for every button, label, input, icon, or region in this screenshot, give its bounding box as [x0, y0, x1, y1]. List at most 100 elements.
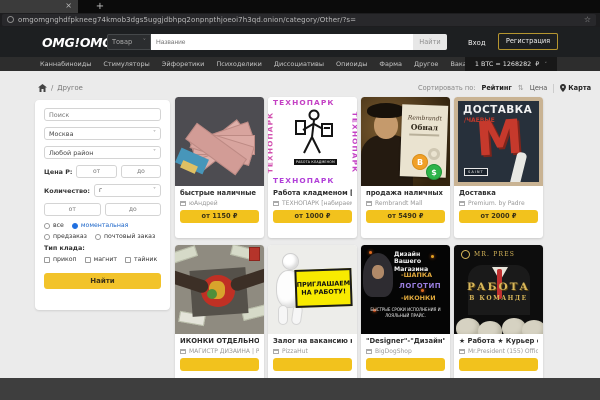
nav-item-cannabinoids[interactable]: Каннабиноиды — [40, 60, 91, 68]
price-button[interactable]: от 5490 ₽ — [366, 210, 445, 223]
home-icon[interactable] — [38, 84, 47, 92]
radio-instant[interactable]: моментальная — [72, 222, 129, 229]
price-to-input[interactable] — [121, 165, 161, 178]
product-image[interactable]: ПРИГЛАШАЕМ НА РАБОТУ! — [268, 245, 357, 334]
price-filter-label: Цена Р: — [44, 168, 72, 176]
product-card[interactable]: MR. PRES РАБОТА В КОМАНДЕ ★ Работа ★ Кур… — [454, 245, 543, 386]
quantity-unit-select[interactable]: г ˅ — [94, 184, 161, 197]
seller-name[interactable]: МАГИСТР ДИЗАЙНА | РИ… — [189, 348, 259, 355]
price-button[interactable] — [459, 358, 538, 371]
product-card[interactable]: Дизайн Вашего Магазина -ШАПКА ЛОГОТИП -И… — [361, 245, 450, 386]
product-image[interactable]: М ДОСТАВКА /ЧАЕВЫЕ SAINT — [454, 97, 543, 186]
product-title[interactable]: ★ Работа ★ Курьер от … — [459, 337, 538, 345]
divider — [553, 84, 554, 93]
price-button[interactable]: от 1150 ₽ — [180, 210, 259, 223]
url-field[interactable]: omgomgnghdfpkneeg74kmob3dgs5uggjdbhpq2on… — [2, 14, 596, 26]
product-image[interactable]: ТЕХНОПАРК ТЕХНОПАРК ТЕХНОПАРК ТЕХНОПАРК — [268, 97, 357, 186]
chain-link-shape — [428, 148, 440, 160]
product-image[interactable]: Rembrandt Обнал B $ — [361, 97, 450, 186]
seller-name[interactable]: BigDogShop — [375, 348, 412, 355]
category-select[interactable]: Товар ˅ — [107, 34, 151, 50]
product-image[interactable]: MR. PRES РАБОТА В КОМАНДЕ — [454, 245, 543, 334]
product-title[interactable]: ИКОНКИ ОТДЕЛЬНО | … — [180, 337, 259, 345]
product-title[interactable]: продажа наличных — [366, 189, 445, 197]
radio-mail[interactable]: почтовый заказ — [95, 233, 155, 240]
register-button[interactable]: Регистрация — [498, 33, 558, 50]
radio-all[interactable]: все — [44, 222, 64, 229]
login-link[interactable]: Вход — [468, 39, 486, 47]
art-border-text: ТЕХНОПАРК — [268, 112, 274, 174]
checkbox-prikop[interactable]: прикоп — [44, 256, 77, 263]
nav-item-euphoretics[interactable]: Эйфоретики — [162, 60, 205, 68]
product-card[interactable]: ИКОНКИ ОТДЕЛЬНО | … МАГИСТР ДИЗАЙНА | РИ… — [175, 245, 264, 386]
breadcrumb: / Другое — [38, 82, 83, 94]
new-tab-icon[interactable]: + — [94, 0, 106, 13]
nav-item-pharma[interactable]: Фарма — [379, 60, 402, 68]
checkbox-prikop-label: прикоп — [53, 256, 77, 263]
price-button[interactable]: от 1000 ₽ — [273, 210, 352, 223]
figure-head-shape — [282, 253, 299, 270]
nav-list: Каннабиноиды Стимуляторы Эйфоретики Псих… — [40, 57, 483, 71]
browser-tab[interactable]: × — [0, 0, 78, 13]
filter-search-input[interactable] — [44, 108, 161, 121]
nav-item-dissociatives[interactable]: Диссоциативы — [274, 60, 324, 68]
product-title[interactable]: Залог на вакансию кур… — [273, 337, 352, 345]
seller-name[interactable]: ТЕХНОПАРК [набираем к… — [282, 200, 352, 207]
checkbox-tainik[interactable]: тайник — [125, 256, 157, 263]
nav-item-psychedelics[interactable]: Психоделики — [216, 60, 262, 68]
seller-name[interactable]: Premium. by Padre — [468, 200, 525, 207]
map-link[interactable]: Карта — [560, 84, 591, 92]
product-title[interactable]: "Designer"-"Дизайн" — [366, 337, 445, 345]
sort-by-rating[interactable]: Рейтинг — [482, 84, 512, 92]
btc-rate-selector[interactable]: 1 BTC = 1268282 ₽ ˅ — [465, 57, 557, 71]
nav-item-opioids[interactable]: Опиоиды — [336, 60, 367, 68]
product-card[interactable]: ПРИГЛАШАЕМ НА РАБОТУ! Залог на вакансию … — [268, 245, 357, 386]
search-button[interactable]: Найти — [413, 34, 447, 50]
close-tab-icon[interactable]: × — [65, 1, 72, 10]
product-card[interactable]: быстрые наличные юАндрей от 1150 ₽ — [175, 97, 264, 238]
product-title[interactable]: Работа кладменом [Вы… — [273, 189, 352, 197]
radio-preorder-label: предзаказ — [53, 233, 87, 240]
quantity-to-input[interactable] — [105, 203, 162, 216]
price-button[interactable]: от 2000 ₽ — [459, 210, 538, 223]
bookmark-star-icon[interactable]: ☆ — [584, 14, 591, 26]
price-button[interactable] — [273, 358, 352, 371]
product-image[interactable] — [175, 97, 264, 186]
seller-name[interactable]: Rembrandt Mall — [375, 200, 422, 207]
art-border-text: ТЕХНОПАРК — [351, 112, 357, 174]
product-image[interactable]: Дизайн Вашего Магазина -ШАПКА ЛОГОТИП -И… — [361, 245, 450, 334]
art-border-text: ТЕХНОПАРК — [273, 176, 335, 185]
chevron-down-icon: ˅ — [153, 185, 156, 196]
site-info-icon[interactable] — [7, 16, 14, 23]
product-card[interactable]: Rembrandt Обнал B $ продажа наличных Rem… — [361, 97, 450, 238]
checkbox-icon — [85, 257, 91, 263]
sort-by-price[interactable]: Цена — [530, 84, 548, 92]
district-select[interactable]: Любой район ˅ — [44, 146, 161, 159]
price-from-input[interactable] — [76, 165, 116, 178]
seller-name[interactable]: PizzaHut — [282, 348, 308, 355]
product-title[interactable]: Доставка — [459, 189, 538, 197]
checkbox-magnet[interactable]: магнит — [85, 256, 117, 263]
radio-preorder[interactable]: предзаказ — [44, 233, 87, 240]
breadcrumb-category[interactable]: Другое — [57, 84, 83, 92]
quantity-from-input[interactable] — [44, 203, 101, 216]
product-card[interactable]: М ДОСТАВКА /ЧАЕВЫЕ SAINT Доставка Premiu… — [454, 97, 543, 238]
search-input[interactable] — [151, 34, 413, 50]
shop-icon — [273, 349, 279, 354]
price-button[interactable] — [366, 358, 445, 371]
nav-item-other[interactable]: Другое — [414, 60, 438, 68]
nav-item-stimulants[interactable]: Стимуляторы — [103, 60, 149, 68]
apply-filters-button[interactable]: Найти — [44, 273, 161, 289]
product-card[interactable]: ТЕХНОПАРК ТЕХНОПАРК ТЕХНОПАРК ТЕХНОПАРК — [268, 97, 357, 238]
product-title[interactable]: быстрые наличные — [180, 189, 259, 197]
product-image[interactable] — [175, 245, 264, 334]
artwork-figure — [207, 289, 217, 299]
seller-name[interactable]: Mr.President (155) Official — [468, 348, 538, 355]
sort-arrows-icon[interactable]: ⇅ — [518, 84, 524, 92]
art-border-text: ТЕХНОПАРК — [273, 98, 335, 107]
site-header: OMG!OMG! Товар ˅ Найти Вход Регистрация — [0, 27, 600, 57]
city-select[interactable]: Москва ˅ — [44, 127, 161, 140]
seller-name[interactable]: юАндрей — [189, 200, 218, 207]
art-sign-text: ПРИГЛАШАЕМ НА РАБОТУ! — [297, 279, 351, 297]
price-button[interactable] — [180, 358, 259, 371]
